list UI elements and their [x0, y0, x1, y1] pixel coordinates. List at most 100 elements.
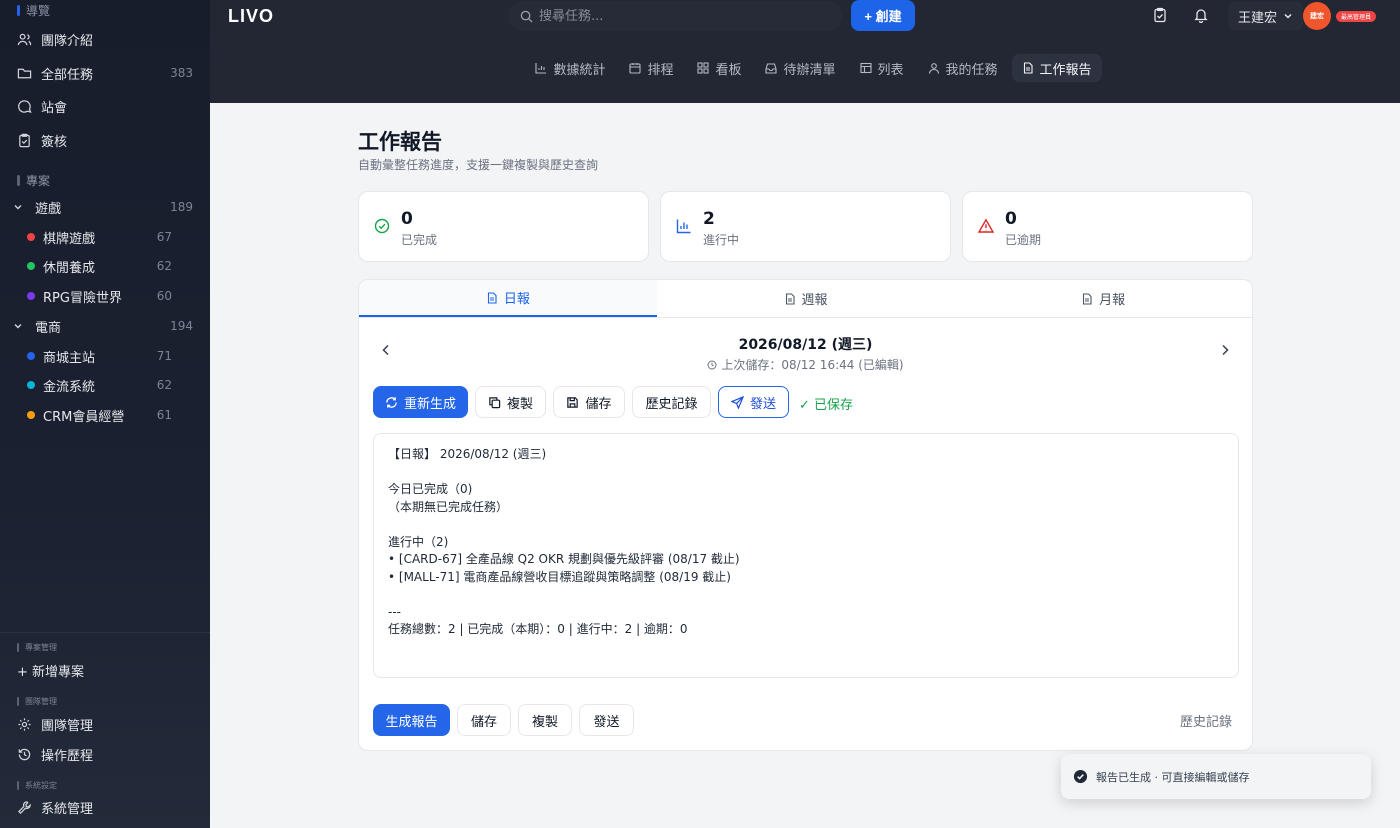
- tab-statistics[interactable]: 數據統計: [525, 54, 615, 82]
- create-button[interactable]: + 創建: [851, 0, 915, 31]
- team-mgmt-header: 團隊管理: [17, 696, 57, 707]
- sidebar-item-label: 團隊介紹: [41, 33, 94, 49]
- sidebar-item-system-mgmt[interactable]: 系統管理: [17, 792, 193, 822]
- user-icon: [928, 63, 939, 74]
- sidebar-item-team-mgmt[interactable]: 團隊管理: [17, 709, 193, 739]
- save-icon: [567, 396, 579, 408]
- tab-my-tasks[interactable]: 我的任務: [918, 54, 1008, 82]
- report-textarea[interactable]: 【日報】 2026/08/12 (週三) 今日已完成（0) （本期無已完成任務）…: [373, 433, 1239, 678]
- app-logo: LIVO: [228, 6, 275, 26]
- inbox-icon: [765, 63, 778, 74]
- search-icon: [520, 10, 533, 23]
- toast-message: 報告已生成 · 可直接編輯或儲存: [1096, 770, 1250, 784]
- chevron-down-icon: [14, 205, 22, 210]
- project-group-count: 194: [170, 319, 193, 333]
- history-icon: [18, 748, 31, 760]
- project-item-crm[interactable]: CRM會員經營 61: [27, 401, 193, 429]
- stat-value: 2: [703, 209, 715, 229]
- project-item-count: 61: [156, 408, 172, 422]
- project-color-dot: [27, 411, 35, 419]
- save-button-bottom[interactable]: 儲存: [457, 704, 511, 736]
- user-menu[interactable]: 王建宏: [1228, 2, 1304, 30]
- add-project-button[interactable]: + 新增專案: [17, 655, 193, 685]
- copy-button-bottom[interactable]: 複製: [518, 704, 572, 736]
- search-bar[interactable]: [508, 1, 842, 31]
- project-item-count: 62: [156, 259, 172, 273]
- project-item-card-games[interactable]: 棋牌遊戲 67: [27, 223, 193, 251]
- report-tabs: 日報 週報 月報: [359, 280, 1252, 318]
- copy-button[interactable]: 複製: [475, 386, 546, 418]
- project-group-label: 遊戲: [35, 201, 62, 217]
- view-tabs: 數據統計 排程 看板 待辦清單 列表 我的任務 工作報告: [210, 54, 1400, 82]
- wrench-icon: [18, 800, 31, 814]
- tab-monthly-report[interactable]: 月報: [954, 280, 1252, 317]
- table-icon: [859, 62, 872, 74]
- report-date: 2026/08/12 (週三): [738, 337, 873, 353]
- check-circle-icon: [1073, 769, 1088, 784]
- project-item-label: CRM會員經營: [43, 409, 125, 425]
- copy-icon: [489, 396, 501, 408]
- clipboard-check-icon[interactable]: [1152, 7, 1168, 23]
- tab-label: 日報: [503, 292, 530, 307]
- add-project-label: + 新增專案: [17, 664, 85, 680]
- sidebar-item-label: 操作歷程: [41, 748, 94, 764]
- saved-status: ✓ 已保存: [799, 398, 854, 413]
- save-button[interactable]: 儲存: [553, 386, 625, 418]
- regenerate-button[interactable]: 重新生成: [373, 386, 468, 418]
- tab-todo[interactable]: 待辦清單: [755, 54, 845, 82]
- sidebar-item-standup[interactable]: 站會: [17, 91, 193, 121]
- tab-label: 數據統計: [553, 62, 606, 78]
- sidebar: 導覽 團隊介紹 全部任務 383 站會 簽核 專案 遊戲 189 棋牌遊戲 67…: [0, 0, 210, 828]
- project-group-games[interactable]: 遊戲 189: [13, 193, 193, 221]
- project-mgmt-title: 專案管理: [25, 643, 57, 652]
- sidebar-item-all-tasks[interactable]: 全部任務 383: [17, 58, 193, 88]
- stat-value: 0: [401, 209, 413, 229]
- tab-label: 看板: [715, 62, 742, 78]
- tab-weekly-report[interactable]: 週報: [657, 280, 955, 317]
- tab-daily-report[interactable]: 日報: [359, 280, 657, 317]
- stat-card-overdue: 0 已逾期: [962, 191, 1253, 262]
- avatar[interactable]: 建宏: [1303, 2, 1331, 30]
- sidebar-item-approval[interactable]: 簽核: [17, 125, 193, 155]
- project-group-count: 189: [170, 200, 193, 214]
- send-button[interactable]: 發送: [718, 386, 789, 418]
- gear-icon: [18, 717, 31, 731]
- clipboard-check-icon: [19, 133, 30, 147]
- sidebar-item-label: 全部任務: [41, 67, 94, 83]
- history-link[interactable]: 歷史記錄: [1180, 711, 1232, 730]
- button-label: 發送: [749, 396, 776, 412]
- tab-label: 列表: [877, 62, 904, 78]
- project-item-casual[interactable]: 休閒養成 62: [27, 252, 193, 280]
- tab-list[interactable]: 列表: [850, 54, 914, 82]
- refresh-icon: [386, 396, 397, 408]
- project-item-payment[interactable]: 金流系統 62: [27, 371, 193, 399]
- tab-work-report[interactable]: 工作報告: [1011, 54, 1102, 82]
- sidebar-item-label: 團隊管理: [41, 718, 94, 734]
- kanban-icon: [697, 62, 710, 74]
- sidebar-item-label: 簽核: [41, 134, 68, 150]
- tab-schedule[interactable]: 排程: [619, 54, 683, 82]
- search-input[interactable]: [539, 8, 819, 24]
- generate-report-button[interactable]: 生成報告: [373, 704, 450, 736]
- sidebar-item-team-intro[interactable]: 團隊介紹: [17, 24, 193, 54]
- project-item-label: RPG冒險世界: [43, 290, 122, 306]
- document-icon: [487, 291, 497, 304]
- sidebar-item-op-history[interactable]: 操作歷程: [17, 739, 193, 769]
- button-label: 複製: [506, 396, 533, 412]
- project-item-count: 71: [156, 349, 172, 363]
- project-item-mall[interactable]: 商城主站 71: [27, 342, 193, 370]
- bell-icon[interactable]: [1193, 7, 1209, 23]
- tab-label: 待辦清單: [783, 62, 836, 78]
- tab-kanban[interactable]: 看板: [687, 54, 751, 82]
- users-icon: [17, 33, 32, 45]
- history-button[interactable]: 歷史記錄: [632, 386, 711, 418]
- project-group-ecommerce[interactable]: 電商 194: [13, 312, 193, 340]
- page-subtitle: 自動彙整任務進度，支援一鍵複製與歷史查詢: [358, 158, 599, 172]
- stat-card-in-progress: 2 進行中: [660, 191, 951, 262]
- project-item-rpg[interactable]: RPG冒險世界 60: [27, 282, 193, 310]
- send-button-bottom[interactable]: 發送: [579, 704, 634, 736]
- stat-label: 進行中: [703, 233, 740, 247]
- chevron-right-icon[interactable]: [1217, 342, 1233, 358]
- section-marker: [17, 5, 20, 16]
- tab-label: 週報: [801, 293, 828, 308]
